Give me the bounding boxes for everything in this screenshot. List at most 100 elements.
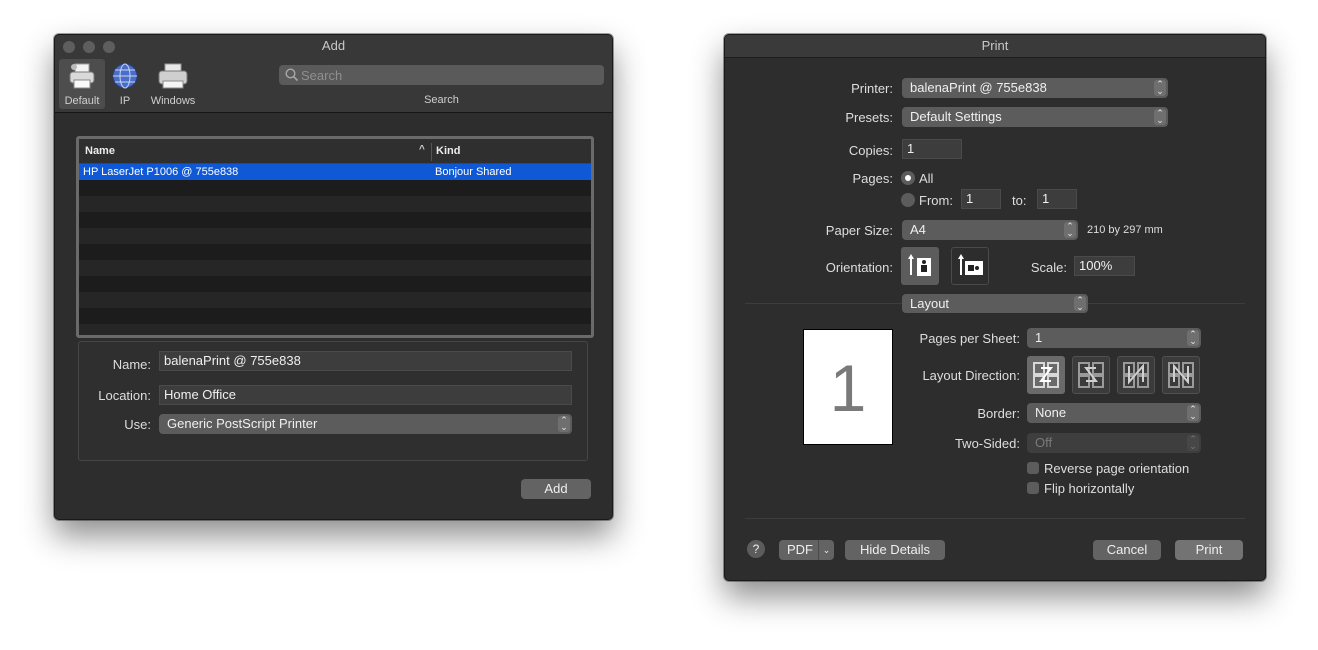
location-label: Location:	[98, 388, 151, 403]
column-header-name[interactable]: Name	[85, 145, 115, 157]
layout-direction-reverse-z-button[interactable]	[1072, 356, 1110, 394]
popup-arrows-icon: ⌃ ⌄	[1154, 80, 1166, 96]
use-driver-value: Generic PostScript Printer	[167, 416, 318, 431]
use-driver-popup[interactable]: Generic PostScript Printer ⌃ ⌄	[159, 414, 572, 434]
search-input[interactable]	[301, 66, 596, 84]
search-field[interactable]	[279, 65, 604, 85]
layout-reverse-n-icon	[1168, 362, 1194, 393]
chevron-down-icon: ⌄	[818, 540, 834, 560]
printer-value: balenaPrint @ 755e838	[910, 80, 1047, 95]
add-button[interactable]: Add	[521, 479, 591, 499]
table-row[interactable]: HP LaserJet P1006 @ 755e838 Bonjour Shar…	[79, 164, 591, 180]
row-kind: Bonjour Shared	[435, 166, 512, 178]
section-popup[interactable]: Layout ⌃ ⌄	[902, 294, 1088, 313]
flip-horizontally-checkbox[interactable]	[1027, 482, 1039, 494]
pages-all-label: All	[919, 171, 934, 186]
cancel-button[interactable]: Cancel	[1093, 540, 1161, 560]
use-label: Use:	[124, 417, 151, 432]
portrait-icon	[908, 253, 934, 284]
printer-name-field[interactable]: balenaPrint @ 755e838	[159, 351, 572, 371]
bottom-separator	[745, 518, 1245, 519]
paper-size-value: A4	[910, 222, 926, 237]
layout-n-icon	[1123, 362, 1149, 393]
printer-popup[interactable]: balenaPrint @ 755e838 ⌃ ⌄	[902, 78, 1168, 98]
name-label: Name:	[112, 357, 151, 372]
pdf-menu-button[interactable]: PDF ⌄	[779, 540, 834, 560]
globe-icon	[111, 62, 139, 95]
toolbar-windows-label: Windows	[150, 95, 196, 107]
column-header-kind[interactable]: Kind	[436, 145, 460, 157]
popup-arrows-icon: ⌃ ⌄	[1074, 296, 1086, 312]
presets-popup[interactable]: Default Settings ⌃ ⌄	[902, 107, 1168, 127]
toolbar-ip-button[interactable]: IP	[108, 59, 142, 109]
empty-row	[79, 276, 591, 292]
toolbar-default-button[interactable]: Default	[59, 59, 105, 109]
printer-windows-icon	[157, 62, 189, 95]
paper-size-label: Paper Size:	[825, 223, 893, 238]
pages-label: Pages:	[852, 171, 893, 186]
layout-reverse-z-icon	[1078, 362, 1104, 393]
empty-row	[79, 260, 591, 276]
scale-field[interactable]: 100%	[1074, 256, 1135, 276]
help-button[interactable]: ?	[747, 540, 765, 558]
reverse-orientation-label: Reverse page orientation	[1044, 461, 1190, 476]
layout-direction-reverse-n-button[interactable]	[1162, 356, 1200, 394]
pages-from-radio[interactable]	[901, 193, 915, 207]
toolbar-windows-button[interactable]: Windows	[145, 59, 201, 109]
two-sided-value: Off	[1035, 435, 1053, 450]
pdf-label: PDF	[787, 542, 813, 557]
search-icon	[285, 68, 299, 87]
column-divider[interactable]	[431, 143, 432, 161]
two-sided-label: Two-Sided:	[954, 436, 1020, 451]
reverse-orientation-checkbox[interactable]	[1027, 462, 1039, 474]
toolbar-ip-label: IP	[119, 95, 131, 107]
location-field[interactable]: Home Office	[159, 385, 572, 405]
empty-row	[79, 212, 591, 228]
printer-details-panel: Name: balenaPrint @ 755e838 Location: Ho…	[78, 341, 588, 461]
empty-row	[79, 180, 591, 196]
popup-arrows-icon: ⌃ ⌄	[1187, 330, 1199, 346]
flip-horizontally-label: Flip horizontally	[1044, 481, 1135, 496]
paper-size-popup[interactable]: A4 ⌃ ⌄	[902, 220, 1078, 240]
pages-from-label: From:	[919, 193, 953, 208]
layout-direction-n-button[interactable]	[1117, 356, 1155, 394]
presets-value: Default Settings	[910, 109, 1002, 124]
pages-from-field[interactable]: 1	[961, 189, 1001, 209]
border-value: None	[1035, 405, 1067, 420]
border-popup[interactable]: None ⌃ ⌄	[1027, 403, 1201, 423]
window-title: Add	[321, 38, 346, 53]
popup-arrows-icon: ⌃ ⌄	[1154, 109, 1166, 125]
layout-z-icon	[1033, 362, 1059, 393]
preview-page-number: 1	[829, 351, 867, 425]
empty-row	[79, 308, 591, 324]
print-dialog: Print Printer: balenaPrint @ 755e838 ⌃ ⌄ …	[724, 34, 1266, 581]
table-body: HP LaserJet P1006 @ 755e838 Bonjour Shar…	[79, 164, 591, 324]
two-sided-popup: Off ⌃ ⌄	[1027, 433, 1201, 453]
copies-field[interactable]: 1	[902, 139, 962, 159]
landscape-icon	[958, 253, 984, 284]
orientation-landscape-button[interactable]	[951, 247, 989, 285]
table-header: Name ^ Kind	[79, 139, 591, 164]
printer-label: Printer:	[851, 81, 893, 96]
pages-all-radio[interactable]	[901, 171, 915, 185]
pages-per-sheet-value: 1	[1035, 330, 1043, 345]
paper-dimensions: 210 by 297 mm	[1087, 224, 1163, 236]
popup-arrows-icon: ⌃ ⌄	[558, 416, 570, 432]
hide-details-button[interactable]: Hide Details	[845, 540, 945, 560]
pages-per-sheet-popup[interactable]: 1 ⌃ ⌄	[1027, 328, 1201, 348]
pages-to-field[interactable]: 1	[1037, 189, 1077, 209]
print-button[interactable]: Print	[1175, 540, 1243, 560]
presets-label: Presets:	[845, 110, 893, 125]
layout-direction-z-button[interactable]	[1027, 356, 1065, 394]
border-label: Border:	[977, 406, 1020, 421]
orientation-portrait-button[interactable]	[901, 247, 939, 285]
pages-per-sheet-label: Pages per Sheet:	[919, 331, 1020, 346]
row-name: HP LaserJet P1006 @ 755e838	[83, 166, 239, 178]
popup-arrows-icon: ⌃ ⌄	[1064, 222, 1076, 238]
add-window-toolbar: Add Default IP Windows Search Search	[55, 35, 612, 113]
pages-to-label: to:	[1012, 193, 1027, 208]
sort-ascending-icon: ^	[419, 144, 425, 155]
search-label: Search	[424, 94, 459, 106]
toolbar-default-label: Default	[64, 95, 100, 107]
empty-row	[79, 244, 591, 260]
